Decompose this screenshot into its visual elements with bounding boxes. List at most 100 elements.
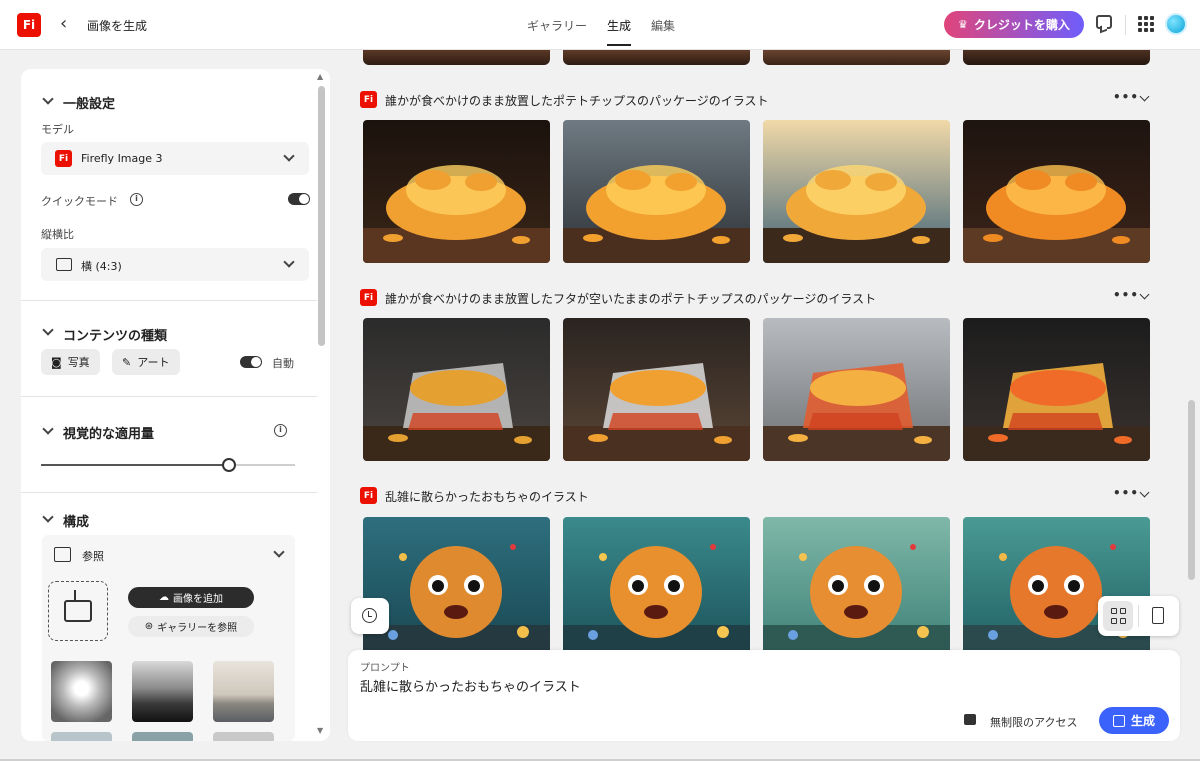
tab-gallery[interactable]: ギャラリー: [527, 0, 587, 50]
single-view-icon[interactable]: [1152, 607, 1164, 624]
generated-image[interactable]: [763, 318, 950, 461]
view-toggle: [1098, 596, 1179, 636]
chevron-down-icon[interactable]: [273, 546, 285, 558]
prompt-input[interactable]: 乱雑に散らかったおもちゃのイラスト: [360, 676, 581, 695]
reference-thumbnail[interactable]: [51, 732, 112, 741]
reference-image-icon: [54, 547, 71, 562]
sidebar-scrollbar[interactable]: ▲ ▼: [316, 72, 326, 735]
generated-image[interactable]: [963, 120, 1150, 263]
chevron-left-icon[interactable]: ‹: [60, 14, 74, 36]
slider-handle[interactable]: [221, 458, 236, 472]
scrollbar-thumb[interactable]: [318, 86, 325, 346]
avatar[interactable]: [1165, 13, 1187, 35]
results-area: Fi 誰かが食べかけのまま放置したポテトチップスのパッケージのイラスト ••• …: [348, 50, 1180, 650]
result-group-header: Fi 誰かが食べかけのまま放置したポテトチップスのパッケージのイラスト •••: [360, 90, 1160, 109]
more-options-icon[interactable]: •••: [1113, 90, 1139, 104]
generated-image[interactable]: [963, 318, 1150, 461]
previous-image[interactable]: [963, 50, 1150, 65]
info-icon[interactable]: i: [130, 193, 143, 206]
rectangle-icon: [56, 258, 72, 271]
upload-dropzone[interactable]: [48, 581, 108, 641]
buy-credits-button[interactable]: ♛ クレジットを購入: [944, 11, 1084, 38]
binoculars-icon: ⊛: [144, 621, 154, 632]
aspect-ratio-label: 縦横比: [41, 228, 74, 241]
generate-label: 生成: [1130, 714, 1155, 728]
generated-image[interactable]: [563, 318, 750, 461]
prompt-label: プロンプト: [360, 663, 410, 674]
firefly-icon: Fi: [55, 150, 72, 167]
chevron-down-icon[interactable]: [42, 324, 54, 336]
page-title: 画像を生成: [87, 19, 148, 33]
generate-button[interactable]: 生成: [1099, 707, 1169, 734]
scroll-down-icon[interactable]: ▼: [317, 726, 323, 735]
camera-icon: ◙: [51, 355, 62, 369]
result-group-header: Fi 誰かが食べかけのまま放置したフタが空いたままのポテトチップスのパッケージの…: [360, 288, 1160, 307]
generated-image[interactable]: [763, 517, 950, 650]
chevron-down-icon[interactable]: [42, 423, 54, 435]
visual-intensity-slider[interactable]: [21, 458, 317, 472]
reference-thumbnail-room[interactable]: [213, 661, 274, 722]
image-upload-icon: [64, 590, 92, 622]
slider-fill: [41, 464, 229, 466]
result-group-header: Fi 乱雑に散らかったおもちゃのイラスト •••: [360, 486, 1160, 505]
auto-label: 自動: [272, 357, 294, 370]
more-options-icon[interactable]: •••: [1113, 288, 1139, 302]
apps-grid-icon[interactable]: [1138, 16, 1154, 32]
previous-image[interactable]: [563, 50, 750, 65]
unlimited-access-label: 無制限のアクセス: [990, 716, 1078, 729]
previous-image[interactable]: [763, 50, 950, 65]
reference-thumbnail-bird[interactable]: [51, 661, 112, 722]
more-options-icon[interactable]: •••: [1113, 486, 1139, 500]
scrollbar-thumb[interactable]: [1188, 400, 1195, 580]
visual-intensity-title: 視覚的な適用量: [63, 427, 155, 442]
reference-thumbnail-mountains[interactable]: [132, 661, 193, 722]
add-image-button[interactable]: ☁ 画像を追加: [128, 587, 254, 608]
results-scrollbar[interactable]: [1185, 50, 1197, 650]
firefly-logo[interactable]: Fi: [17, 13, 41, 37]
generated-image[interactable]: [563, 517, 750, 650]
photo-chip[interactable]: ◙ 写真: [41, 349, 100, 375]
slider-track: [41, 458, 295, 472]
feedback-icon[interactable]: [1096, 15, 1112, 29]
generate-icon: [1112, 714, 1125, 727]
model-label: モデル: [41, 123, 74, 136]
general-settings-section: 一般設定 モデル Fi Firefly Image 3 クイックモード i 縦横…: [21, 69, 317, 301]
divider: [1125, 15, 1126, 35]
generated-image[interactable]: [363, 517, 550, 650]
aspect-ratio-select[interactable]: 横 (4:3): [41, 248, 309, 281]
tab-generate[interactable]: 生成: [607, 0, 632, 50]
tab-edit[interactable]: 編集: [651, 0, 675, 50]
prompt-bar: プロンプト 乱雑に散らかったおもちゃのイラスト 無制限のアクセス 生成: [348, 650, 1180, 741]
scroll-up-icon[interactable]: ▲: [317, 72, 323, 81]
browse-gallery-label: ギャラリーを参照: [157, 623, 238, 634]
reference-box: 参照 ☁ 画像を追加 ⊛ ギャラリーを参照: [42, 535, 295, 741]
photo-label: 写真: [67, 356, 90, 369]
general-settings-title: 一般設定: [63, 97, 116, 112]
history-button[interactable]: [351, 598, 389, 634]
grid-view-icon[interactable]: [1103, 601, 1133, 631]
previous-image[interactable]: [363, 50, 550, 65]
quick-mode-toggle[interactable]: [288, 193, 310, 205]
chevron-down-icon[interactable]: [1139, 289, 1150, 300]
buy-credits-label: クレジットを購入: [973, 18, 1070, 32]
top-bar: Fi ‹ 画像を生成 ギャラリー 生成 編集 ♛ クレジットを購入: [0, 0, 1200, 50]
art-label: アート: [137, 356, 170, 369]
auto-toggle[interactable]: [240, 356, 262, 368]
chevron-down-icon[interactable]: [42, 511, 54, 523]
browse-gallery-button[interactable]: ⊛ ギャラリーを参照: [128, 616, 254, 637]
chevron-down-icon: [283, 150, 295, 162]
generated-image[interactable]: [363, 120, 550, 263]
model-select[interactable]: Fi Firefly Image 3: [41, 142, 309, 175]
reference-thumbnail[interactable]: [132, 732, 193, 741]
generated-image[interactable]: [763, 120, 950, 263]
info-icon[interactable]: i: [274, 424, 287, 437]
art-chip[interactable]: ✎ アート: [112, 349, 180, 375]
generated-image[interactable]: [563, 120, 750, 263]
brush-icon: ✎: [122, 355, 132, 369]
generated-image[interactable]: [363, 318, 550, 461]
reference-thumbnail[interactable]: [213, 732, 274, 741]
chevron-down-icon[interactable]: [42, 93, 54, 105]
firefly-icon: Fi: [360, 91, 377, 108]
chevron-down-icon[interactable]: [1139, 487, 1150, 498]
chevron-down-icon[interactable]: [1139, 91, 1150, 102]
